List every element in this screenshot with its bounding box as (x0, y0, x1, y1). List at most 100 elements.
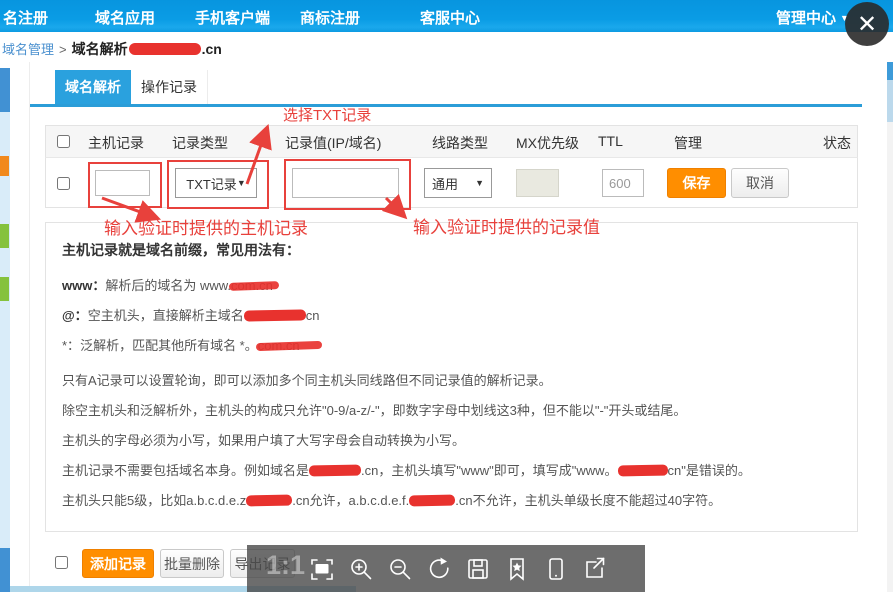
background-sidebar-fragment (0, 112, 10, 548)
nav-item-manage-center[interactable]: 管理中心▼ (776, 7, 849, 28)
panel-border (29, 62, 30, 586)
annotation-value-hint: 输入验证时提供的记录值 (413, 213, 600, 238)
mx-priority-input-disabled (516, 169, 559, 197)
nav-item-mobile-client[interactable]: 手机客户端 (195, 7, 270, 28)
help-line: 主机头的字母必须为小写，如果用户填了大写字母会自动转换为小写。 (62, 430, 465, 449)
help-text: @： (62, 308, 88, 323)
chevron-down-icon: ▼ (475, 178, 484, 188)
help-text: 主机记录就是域名前缀，常见用法有： (62, 242, 300, 258)
help-text: cn (306, 308, 320, 323)
col-header-host: 主机记录 (88, 133, 144, 153)
redacted-domain-scribble (309, 465, 361, 477)
background-edge-fragment (887, 62, 893, 80)
help-text: 主机头的字母必须为小写，如果用户填了大写字母会自动转换为小写。 (62, 433, 465, 448)
select-all-checkbox[interactable] (57, 135, 70, 148)
batch-delete-button[interactable]: 批量删除 (160, 549, 224, 578)
help-text: 只有A记录可以设置轮询，即可以添加多个同主机头同线路但不同记录值的解析记录。 (62, 373, 552, 388)
nav-item-trademark[interactable]: 商标注册 (300, 7, 360, 28)
background-edge-fragment (887, 62, 893, 592)
rotate-icon[interactable] (426, 556, 452, 582)
tab-domain-resolution[interactable]: 域名解析 (55, 70, 131, 104)
nav-item-support-center[interactable]: 客服中心 (420, 7, 480, 28)
help-text: 主机头只能5级，比如a.b.c.d.e.z (62, 493, 246, 508)
close-icon: ✕ (857, 10, 877, 39)
help-text: 主机记录不需要包括域名本身。例如域名是 (62, 463, 309, 478)
breadcrumb-current: 域名解析 (72, 41, 128, 57)
help-line: 除空主机头和泛解析外，主机头的构成只允许"0-9/a-z/-"，即数字字母中划线… (62, 400, 686, 419)
fit-screen-icon[interactable] (309, 556, 335, 582)
annotation-select-txt: 选择TXT记录 (283, 104, 371, 125)
col-header-value: 记录值(IP/域名) (285, 133, 381, 153)
help-text: *： (62, 338, 80, 353)
line-type-select[interactable]: 通用 ▼ (424, 168, 492, 198)
ttl-input[interactable] (602, 169, 644, 197)
help-text: cn"是错误的。 (668, 463, 751, 478)
zoom-out-icon[interactable] (387, 556, 413, 582)
help-text: 除空主机头和泛解析外，主机头的构成只允许"0-9/a-z/-"，即数字字母中划线… (62, 403, 686, 418)
nav-item-domain-apps[interactable]: 域名应用 (95, 7, 155, 28)
chevron-down-icon: ▼ (237, 178, 246, 188)
col-header-status: 状态 (823, 133, 851, 153)
help-text: 泛解析，匹配其他所有域名 *。 (80, 338, 258, 353)
record-value-input[interactable] (292, 168, 399, 198)
help-line: www：解析后的域名为 www.com.cn (62, 275, 273, 294)
nav-item-domain-register[interactable]: 名注册 (3, 7, 48, 28)
save-button[interactable]: 保存 (667, 168, 726, 198)
record-type-value: TXT记录 (186, 174, 237, 193)
background-button-fragment (0, 277, 9, 301)
col-header-ttl: TTL (598, 133, 623, 149)
help-text: .cn允许，a.b.c.d.e.f. (292, 493, 409, 508)
help-line: 主机记录就是域名前缀，常见用法有： (62, 240, 300, 260)
close-button[interactable]: ✕ (845, 2, 889, 46)
share-icon[interactable] (582, 556, 608, 582)
tab-operation-log[interactable]: 操作记录 (131, 70, 208, 104)
zoom-in-icon[interactable] (348, 556, 374, 582)
redacted-domain-scribble (409, 495, 455, 507)
background-button-fragment (0, 224, 9, 248)
breadcrumb-separator: > (59, 42, 67, 57)
help-text: www： (62, 278, 105, 293)
col-header-type: 记录类型 (172, 133, 228, 153)
host-record-input[interactable] (95, 170, 150, 196)
help-line: 主机记录不需要包括域名本身。例如域名是 .cn，主机头填写"www"即可，填写成"… (62, 460, 751, 479)
page: 名注册 域名应用 手机客户端 商标注册 客服中心 管理中心▼ ✕ 域名管理>域名… (0, 0, 893, 592)
help-line: 主机头只能5级，比如a.b.c.d.e.z .cn允许，a.b.c.d.e.f..… (62, 490, 721, 509)
breadcrumb: 域名管理 > 域名解析 .cn (2, 39, 222, 59)
col-header-mx: MX优先级 (516, 133, 579, 153)
col-header-line: 线路类型 (432, 133, 488, 153)
redacted-domain-scribble (246, 495, 292, 507)
background-sidebar-fragment (0, 68, 10, 112)
row-checkbox[interactable] (57, 177, 70, 190)
help-text: .cn，主机头填写"www"即可，填写成"www。 (361, 463, 618, 478)
help-text: 空主机头，直接解析主域名 (88, 308, 244, 323)
breadcrumb-suffix: .cn (202, 41, 222, 57)
help-text: 解析后的域名为 www. (105, 278, 231, 293)
line-type-value: 通用 (432, 174, 458, 193)
col-header-manage: 管理 (674, 133, 702, 153)
bookmark-icon[interactable] (504, 556, 530, 582)
redacted-domain: com.cn (258, 338, 300, 353)
help-text: .cn不允许，主机头单级长度不能超过40字符。 (455, 493, 721, 508)
manage-center-label: 管理中心 (776, 10, 836, 27)
help-line: 只有A记录可以设置轮询，即可以添加多个同主机头同线路但不同记录值的解析记录。 (62, 370, 552, 389)
breadcrumb-domain-manage[interactable]: 域名管理 (2, 42, 54, 57)
help-line: @：空主机头，直接解析主域名 cn (62, 305, 319, 324)
background-button-fragment (0, 156, 9, 176)
redacted-domain-scribble (617, 465, 667, 477)
record-type-select[interactable]: TXT记录▼ (175, 168, 257, 198)
redacted-domain-scribble (129, 43, 201, 55)
add-record-button[interactable]: 添加记录 (82, 549, 154, 578)
help-line: *：泛解析，匹配其他所有域名 *。com.cn (62, 335, 300, 354)
bottom-select-all-checkbox[interactable] (55, 556, 68, 569)
annotation-host-hint: 输入验证时提供的主机记录 (104, 214, 308, 239)
save-icon[interactable] (465, 556, 491, 582)
cancel-button[interactable]: 取消 (731, 168, 789, 198)
screenshot-viewer-toolbar (247, 545, 645, 592)
redacted-domain-scribble (244, 309, 306, 321)
redacted-domain: com.cn (231, 278, 273, 293)
device-icon[interactable] (543, 556, 569, 582)
top-navbar: 名注册 域名应用 手机客户端 商标注册 客服中心 管理中心▼ (0, 0, 893, 32)
background-edge-fragment (887, 80, 893, 122)
tab-underline (30, 104, 862, 107)
background-sidebar-fragment (0, 548, 10, 592)
